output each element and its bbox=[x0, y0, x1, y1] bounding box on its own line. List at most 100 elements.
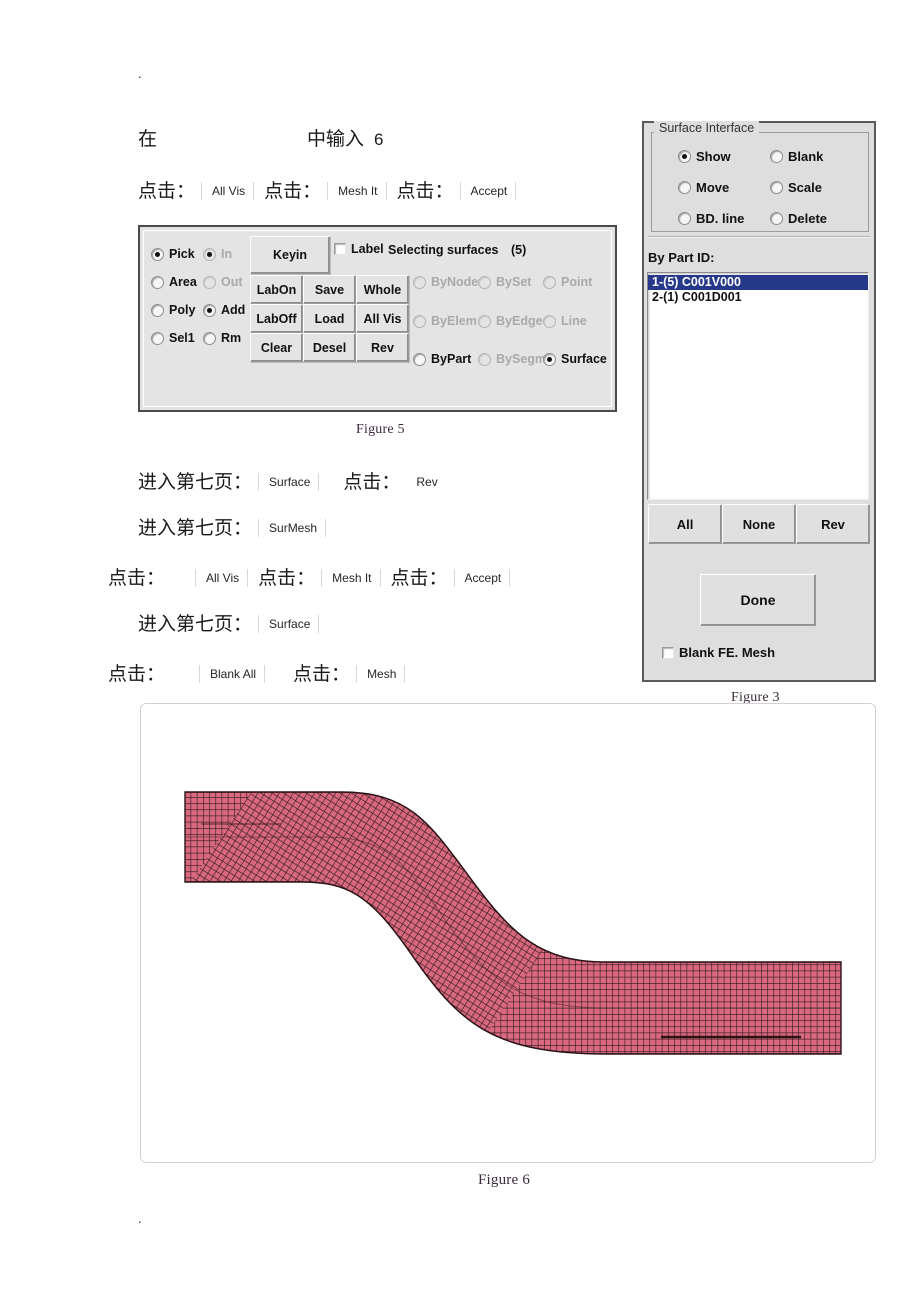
label-checkbox[interactable]: Label bbox=[334, 242, 384, 256]
all-button[interactable]: All bbox=[648, 504, 722, 544]
by-part-id-label: By Part ID: bbox=[648, 250, 715, 265]
figure5-panel-inner: Pick Area Poly Sel1 In Out Add Rm Keyin … bbox=[143, 230, 612, 407]
desel-button[interactable]: Desel bbox=[303, 333, 356, 362]
list-item[interactable]: 2-(1) C001D001 bbox=[648, 290, 868, 305]
instruction-value: 6 bbox=[374, 130, 384, 149]
status-text: Selecting surfaces bbox=[388, 243, 499, 257]
radio-bypart[interactable]: ByPart bbox=[413, 352, 471, 366]
radio-move[interactable]: Move bbox=[678, 180, 729, 195]
radio-label: Move bbox=[696, 180, 730, 195]
clear-button[interactable]: Clear bbox=[250, 333, 303, 362]
button-ref-surface[interactable]: Surface bbox=[258, 473, 320, 491]
radio-add[interactable]: Add bbox=[203, 303, 245, 317]
radio-dot-icon bbox=[678, 150, 691, 163]
radio-area[interactable]: Area bbox=[151, 275, 197, 289]
instruction-line-4: 进入第七页： SurMesh bbox=[138, 513, 336, 540]
radio-dot-icon bbox=[151, 303, 164, 317]
radio-label: Delete bbox=[788, 211, 828, 226]
list-item[interactable]: 1-(5) C001V000 bbox=[648, 275, 868, 290]
labon-button[interactable]: LabOn bbox=[250, 275, 303, 304]
goto-page7-label: 进入第七页： bbox=[138, 518, 253, 539]
radio-rm[interactable]: Rm bbox=[203, 331, 241, 345]
button-ref-surmesh[interactable]: SurMesh bbox=[258, 519, 327, 537]
button-ref-accept[interactable]: Accept bbox=[453, 569, 511, 587]
whole-button[interactable]: Whole bbox=[356, 275, 409, 304]
radio-label: Pick bbox=[169, 247, 195, 261]
radio-dot-icon bbox=[770, 181, 783, 194]
load-button[interactable]: Load bbox=[303, 304, 356, 333]
button-ref-blank-all[interactable]: Blank All bbox=[199, 665, 266, 683]
laboff-button[interactable]: LabOff bbox=[250, 304, 303, 333]
instruction-line-1: 在 中输入 6 bbox=[138, 124, 384, 151]
blank-fe-mesh-checkbox[interactable]: Blank FE. Mesh bbox=[662, 645, 775, 660]
radio-surface[interactable]: Surface bbox=[543, 352, 607, 366]
radio-label: Poly bbox=[169, 303, 196, 317]
radio-pick[interactable]: Pick bbox=[151, 247, 195, 261]
labon-button-label: LabOn bbox=[256, 282, 297, 297]
radio-blank[interactable]: Blank bbox=[770, 149, 823, 164]
radio-label: Line bbox=[561, 314, 587, 328]
rev-button[interactable]: Rev bbox=[356, 333, 409, 362]
radio-bynode: ByNode bbox=[413, 275, 478, 289]
instruction-prefix: 在 bbox=[138, 129, 158, 150]
button-ref-surface[interactable]: Surface bbox=[258, 615, 320, 633]
button-ref-mesh[interactable]: Mesh bbox=[356, 665, 406, 683]
button-ref-rev[interactable]: Rev bbox=[406, 473, 445, 491]
radio-dot-icon bbox=[770, 150, 783, 163]
radio-label: ByElem bbox=[431, 314, 477, 328]
radio-bd-line[interactable]: BD. line bbox=[678, 211, 744, 226]
radio-dot-icon bbox=[478, 314, 491, 328]
click-label: 点击： bbox=[293, 664, 351, 685]
instruction-line-6: 进入第七页： Surface bbox=[138, 609, 329, 636]
radio-sel1[interactable]: Sel1 bbox=[151, 331, 195, 345]
button-ref-mesh-it[interactable]: Mesh It bbox=[327, 182, 387, 200]
clear-button-label: Clear bbox=[260, 340, 293, 355]
part-id-listbox[interactable]: 1-(5) C001V000 2-(1) C001D001 bbox=[647, 272, 869, 500]
radio-dot-icon bbox=[543, 275, 556, 289]
panel-divider bbox=[648, 236, 870, 238]
radio-in: In bbox=[203, 247, 232, 261]
radio-label: BySegm bbox=[496, 352, 547, 366]
button-ref-all-vis[interactable]: All Vis bbox=[195, 569, 249, 587]
keyin-button[interactable]: Keyin bbox=[250, 236, 330, 274]
radio-label: In bbox=[221, 247, 233, 261]
button-ref-accept[interactable]: Accept bbox=[459, 182, 517, 200]
radio-label: Scale bbox=[788, 180, 822, 195]
click-label: 点击： bbox=[264, 181, 322, 202]
whole-button-label: Whole bbox=[363, 282, 402, 297]
desel-button-label: Desel bbox=[312, 340, 347, 355]
checkbox-box-icon bbox=[334, 243, 346, 255]
radio-label: Surface bbox=[561, 352, 607, 366]
radio-dot-icon bbox=[203, 247, 216, 261]
all-vis-button[interactable]: All Vis bbox=[356, 304, 409, 333]
mesh-canvas bbox=[141, 704, 875, 1162]
radio-delete[interactable]: Delete bbox=[770, 211, 827, 226]
button-ref-all-vis[interactable]: All Vis bbox=[201, 182, 255, 200]
button-ref-mesh-it[interactable]: Mesh It bbox=[321, 569, 381, 587]
surface-interface-group-title: Surface Interface bbox=[654, 121, 760, 135]
rev-button[interactable]: Rev bbox=[796, 504, 870, 544]
radio-scale[interactable]: Scale bbox=[770, 180, 822, 195]
page-bottom-marker: . bbox=[138, 1212, 142, 1227]
rev-button-label: Rev bbox=[371, 340, 394, 355]
radio-label: Rm bbox=[221, 331, 242, 345]
click-label: 点击： bbox=[138, 181, 196, 202]
radio-dot-icon bbox=[151, 331, 164, 345]
instruction-line-7: 点击： Blank All 点击： Mesh bbox=[108, 659, 415, 686]
radio-dot-icon bbox=[203, 275, 216, 289]
radio-dot-icon bbox=[478, 275, 491, 289]
radio-dot-icon bbox=[678, 212, 691, 225]
radio-dot-icon bbox=[543, 314, 556, 328]
radio-dot-icon bbox=[770, 212, 783, 225]
click-label: 点击： bbox=[108, 568, 166, 589]
radio-label: BD. line bbox=[696, 211, 745, 226]
click-label: 点击： bbox=[108, 664, 166, 685]
radio-label: Show bbox=[696, 149, 731, 164]
radio-out: Out bbox=[203, 275, 243, 289]
radio-bysegm: BySegm bbox=[478, 352, 546, 366]
save-button[interactable]: Save bbox=[303, 275, 356, 304]
none-button[interactable]: None bbox=[722, 504, 796, 544]
done-button[interactable]: Done bbox=[700, 574, 816, 626]
radio-poly[interactable]: Poly bbox=[151, 303, 195, 317]
radio-show[interactable]: Show bbox=[678, 149, 731, 164]
